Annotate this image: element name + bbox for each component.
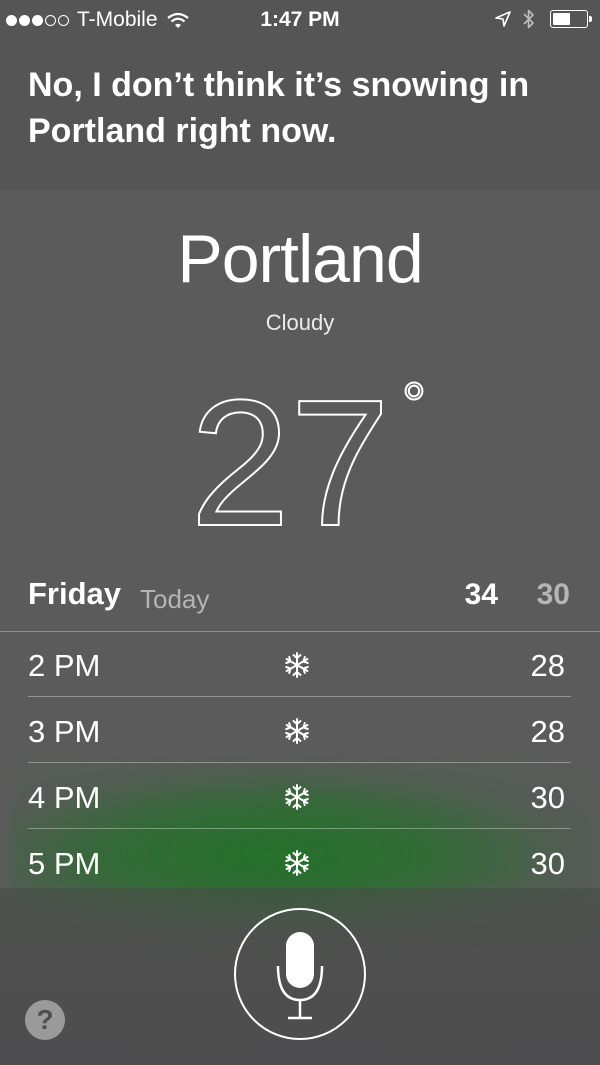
- temperature-value: 27: [190, 380, 390, 540]
- battery-nub: [589, 16, 592, 22]
- hour-temperature: 28: [530, 714, 565, 749]
- row-divider: [28, 828, 571, 829]
- row-divider: [28, 696, 571, 697]
- daily-forecast-row: Friday Today 34 30: [28, 574, 570, 618]
- hour-time: 2 PM: [28, 648, 101, 683]
- status-right: [494, 8, 592, 30]
- battery-level: [553, 13, 571, 25]
- row-divider: [28, 762, 571, 763]
- status-bar: T-Mobile 1:47 PM: [0, 0, 600, 38]
- hour-time: 3 PM: [28, 714, 101, 749]
- weather-condition: Cloudy: [265, 310, 335, 335]
- microphone-icon: [276, 932, 324, 1020]
- degree-symbol: °: [402, 380, 426, 438]
- battery-icon: [550, 10, 592, 28]
- low-temperature: 30: [536, 578, 570, 611]
- hour-temperature: 30: [530, 780, 565, 815]
- hour-temperature: 28: [530, 648, 565, 683]
- hourly-row: 3 PM 28: [28, 698, 571, 763]
- help-button[interactable]: ?: [25, 1000, 65, 1040]
- location-arrow-icon: [495, 11, 511, 27]
- hour-time: 5 PM: [28, 846, 101, 881]
- hour-temperature: 30: [530, 846, 565, 881]
- snowflake-icon: [284, 784, 310, 815]
- day-name: Friday: [28, 576, 122, 611]
- hourly-row: 2 PM 28: [28, 632, 571, 697]
- microphone-button[interactable]: [234, 908, 366, 1040]
- hourly-forecast: 2 PM 28 3 PM 28 4 PM 30 5 PM 30: [0, 632, 600, 890]
- siri-response-text: No, I don’t think it’s snowing in Portla…: [28, 66, 530, 150]
- day-label: Today: [140, 584, 210, 614]
- hourly-row: 5 PM 30: [28, 830, 571, 895]
- snowflake-icon: [284, 718, 310, 749]
- city-name: Portland: [177, 221, 423, 297]
- hour-time: 4 PM: [28, 780, 101, 815]
- snowflake-icon: [284, 850, 310, 881]
- current-temperature: 27 °: [190, 380, 427, 540]
- high-temperature: 34: [464, 578, 498, 611]
- snowflake-icon: [284, 652, 310, 683]
- hourly-row: 4 PM 30: [28, 764, 571, 829]
- bluetooth-icon: [523, 9, 534, 29]
